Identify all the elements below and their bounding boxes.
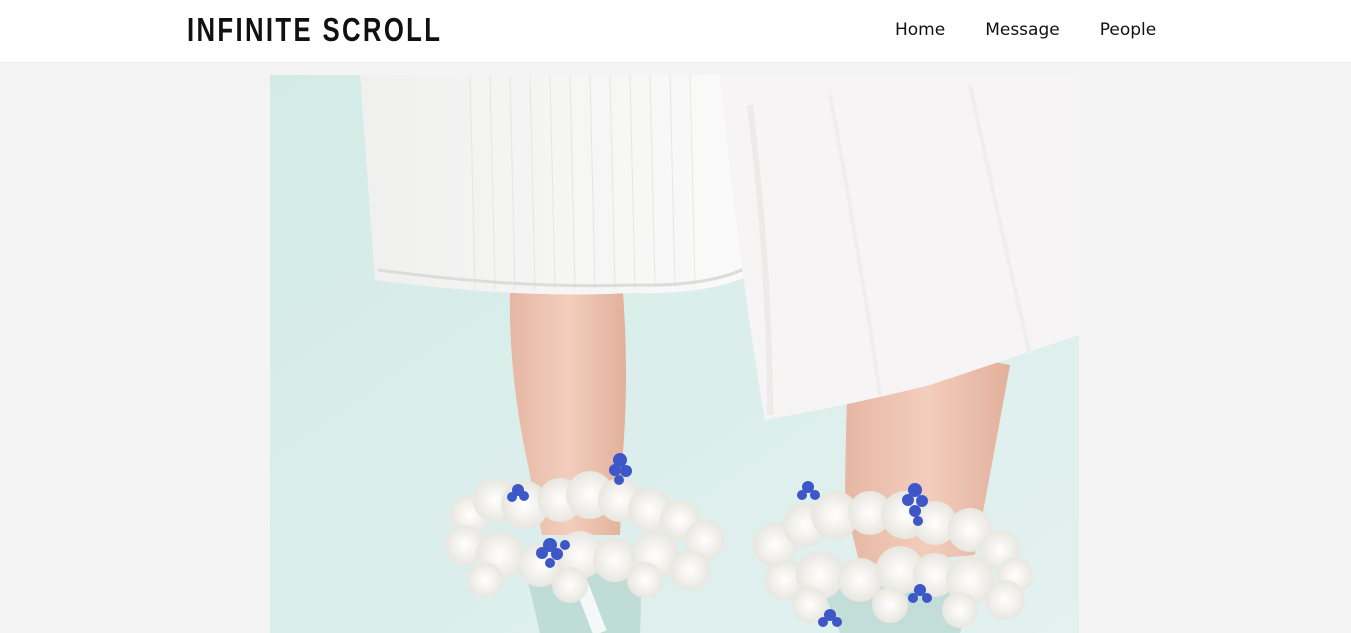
nav-message[interactable]: Message	[985, 19, 1060, 41]
site-header: INFINITE SCROLL Home Message People	[0, 0, 1351, 62]
main-nav: Home Message People	[895, 19, 1156, 41]
nav-people[interactable]: People	[1100, 19, 1156, 41]
photo-illustration	[270, 75, 1079, 633]
nav-home[interactable]: Home	[895, 19, 945, 41]
feed-photo[interactable]	[270, 75, 1079, 633]
site-logo[interactable]: INFINITE SCROLL	[187, 10, 442, 50]
